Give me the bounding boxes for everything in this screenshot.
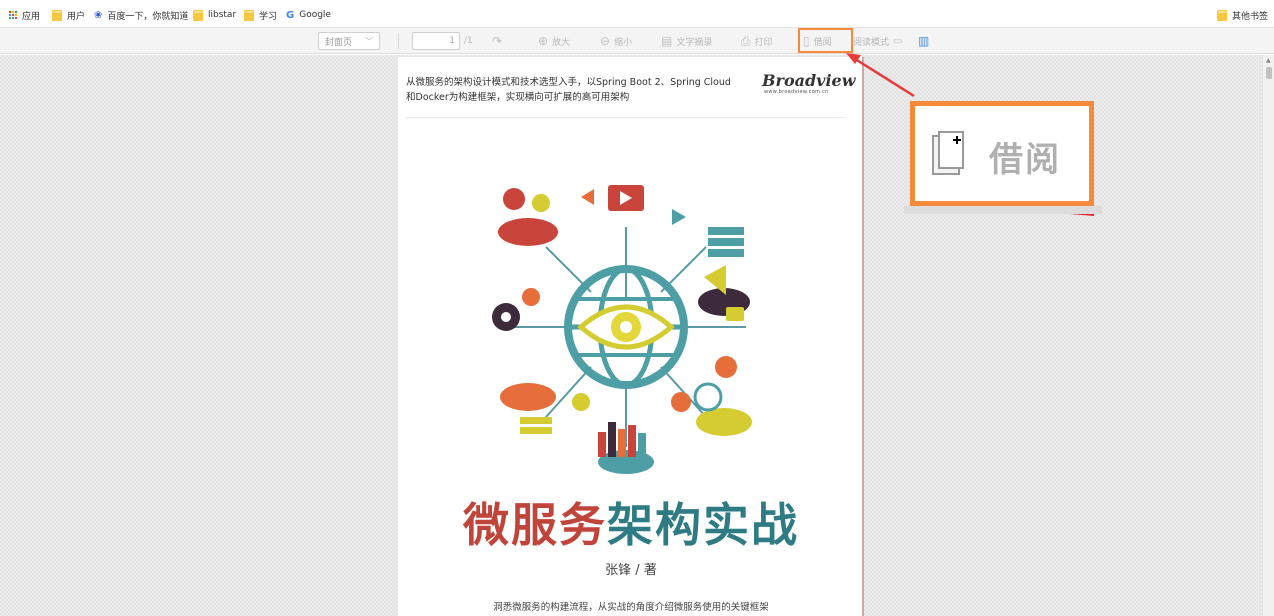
printer-icon: ⎙ <box>741 33 751 48</box>
tagline-line-1: 从微服务的架构设计模式和技术选型入手，以Spring Boot 2、Spring… <box>406 77 731 88</box>
scrollbar-thumb[interactable] <box>1266 67 1272 79</box>
book-author: 张锋 / 著 <box>605 563 657 578</box>
publisher-logo: Broadview <box>762 71 856 90</box>
borrow-zoom-callout: 借阅 <box>910 101 1094 206</box>
zoom-out-button[interactable]: ⊖ 缩小 <box>600 32 632 50</box>
apps-grid-icon <box>9 11 17 19</box>
page-number-input[interactable]: 1 <box>412 32 460 50</box>
callout-shadow <box>904 206 1102 214</box>
bookmark-users[interactable]: 用户 <box>52 8 85 22</box>
folder-icon <box>52 9 62 21</box>
text-extract-label: 文字摘录 <box>676 37 713 48</box>
reading-mode-icon: ▭ <box>893 35 903 47</box>
bookmark-label: libstar <box>208 10 237 20</box>
baidu-paw-icon: ❀ <box>94 9 103 21</box>
folder-icon <box>244 9 254 21</box>
bookmark-google[interactable]: G Google <box>286 8 331 22</box>
bookmark-libstar[interactable]: libstar <box>193 8 236 22</box>
bookmark-label: 其他书签 <box>1232 11 1269 22</box>
zoom-out-icon: ⊖ <box>600 34 611 48</box>
bookmark-label: 用户 <box>67 11 86 22</box>
print-label: 打印 <box>754 37 773 48</box>
bookmark-study[interactable]: 学习 <box>244 8 277 22</box>
title-part-1: 微服务 <box>463 498 607 552</box>
book-title: 微服务架构实战 <box>398 489 864 555</box>
tagline-line-2: 和Docker为构建框架，实现横向可扩展的高可用架构 <box>406 92 630 103</box>
print-button[interactable]: ⎙ 打印 <box>741 32 773 50</box>
folder-icon <box>1217 9 1227 21</box>
zoom-in-button[interactable]: ⊕ 放大 <box>538 32 570 50</box>
zoom-in-label: 放大 <box>552 37 571 48</box>
scroll-up-icon[interactable]: ▲ <box>1266 57 1271 64</box>
columns-view-button[interactable]: ▥ <box>918 32 929 50</box>
zoom-in-icon: ⊕ <box>538 34 549 48</box>
redo-arrow-icon: ↷ <box>492 34 503 48</box>
page-total-label: /1 <box>464 36 473 46</box>
title-part-2: 架构实战 <box>607 498 799 552</box>
book-tagline: 从微服务的架构设计模式和技术选型入手，以Spring Boot 2、Spring… <box>406 75 746 105</box>
book-add-icon <box>932 131 964 175</box>
page-total: /1 <box>464 32 473 50</box>
bookmarks-bar: 应用 用户 ❀ 百度一下，你就知道 libstar 学习 G Google 其他… <box>0 0 1274 28</box>
bookmark-baidu[interactable]: ❀ 百度一下，你就知道 <box>94 8 188 22</box>
bookmark-label: 百度一下，你就知道 <box>107 11 189 22</box>
columns-icon: ▥ <box>918 34 929 48</box>
callout-borrow-label: 借阅 <box>989 140 1061 180</box>
page-select[interactable]: 封面页 ﹀ <box>318 32 380 50</box>
chevron-down-icon: ﹀ <box>365 36 373 46</box>
book-description: 洞悉微服务的构建流程，从实战的角度介绍微服务使用的关键框架 <box>493 602 769 613</box>
header-rule <box>406 117 846 118</box>
next-page-button[interactable]: ↷ <box>492 32 502 50</box>
reading-mode-button[interactable]: 阅读模式 ▭ <box>853 32 902 50</box>
text-extract-button[interactable]: ▤ 文字摘录 <box>661 32 712 50</box>
reading-mode-label: 阅读模式 <box>853 37 890 48</box>
book-cover-page: 从微服务的架构设计模式和技术选型入手，以Spring Boot 2、Spring… <box>398 57 864 616</box>
reader-toolbar: 封面页 ﹀ 1 /1 ↷ ⊕ 放大 ⊖ 缩小 ▤ 文字摘录 ⎙ 打印 ▯ 借阅 … <box>0 28 1274 54</box>
document-text-icon: ▤ <box>661 34 673 48</box>
vertical-scrollbar[interactable]: ▲ <box>1262 55 1274 616</box>
toolbar-divider <box>398 33 399 49</box>
cover-illustration <box>492 185 752 474</box>
publisher-url: www.broadview.com.cn <box>764 89 829 95</box>
folder-icon <box>193 9 203 21</box>
borrow-highlight-box <box>798 28 853 53</box>
bookmark-label: Google <box>299 10 331 20</box>
bookmark-label: 应用 <box>22 11 41 22</box>
google-g-icon: G <box>286 9 295 21</box>
page-select-value: 封面页 <box>325 37 353 48</box>
zoom-out-label: 缩小 <box>614 37 633 48</box>
bookmark-label: 学习 <box>259 11 278 22</box>
page-number-value: 1 <box>449 36 455 46</box>
bookmark-other[interactable]: 其他书签 <box>1217 8 1268 22</box>
bookmark-apps[interactable]: 应用 <box>9 8 40 22</box>
